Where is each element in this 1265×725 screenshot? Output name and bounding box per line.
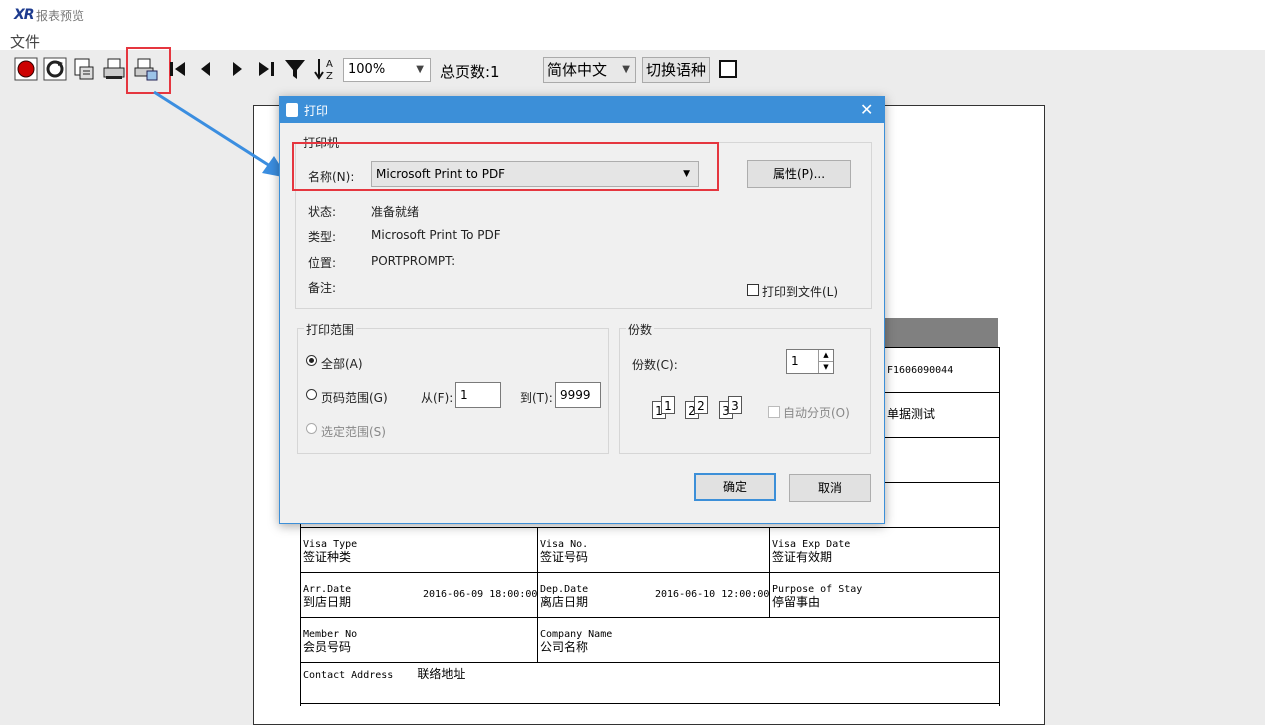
toggle-checkbox[interactable]: [719, 60, 737, 78]
table-line: [300, 617, 1000, 618]
location-value: PORTPROMPT:: [371, 254, 456, 268]
range-pages-radio[interactable]: [306, 389, 317, 400]
properties-button[interactable]: 属性(P)...: [747, 160, 851, 188]
copies-group: [619, 328, 871, 454]
printer-name-highlight: [292, 142, 719, 191]
status-label: 状态:: [308, 205, 337, 219]
visa-type-label: Visa Type 签证种类: [303, 539, 358, 564]
table-line: [300, 572, 1000, 573]
prev-page-icon[interactable]: [193, 56, 219, 82]
company-label: Company Name 公司名称: [540, 629, 613, 654]
table-line: [300, 662, 1000, 663]
close-icon[interactable]: ✕: [860, 100, 873, 119]
type-label: 类型:: [308, 230, 337, 244]
spin-down-icon[interactable]: ▼: [818, 361, 833, 373]
collate-checkbox[interactable]: [768, 406, 780, 418]
range-pages-label[interactable]: 页码范围(G): [321, 389, 388, 406]
member-no-label: Member No 会员号码: [303, 629, 358, 654]
table-line: [300, 527, 1000, 528]
print-to-file-checkbox[interactable]: [747, 284, 759, 296]
print-dialog: 打印 ✕ 打印机 名称(N): Microsoft Print to PDF ▼…: [279, 96, 885, 524]
range-all-label[interactable]: 全部(A): [321, 355, 363, 372]
from-label: 从(F):: [421, 391, 454, 405]
to-input[interactable]: 9999: [555, 382, 601, 408]
window-titlebar: [0, 0, 1265, 30]
record-icon[interactable]: [13, 56, 39, 82]
location-label: 位置:: [308, 256, 337, 270]
copies-group-label: 份数: [626, 321, 655, 338]
ok-button[interactable]: 确定: [694, 473, 776, 501]
range-selection-label[interactable]: 选定范围(S): [321, 423, 386, 440]
table-line: [300, 703, 1000, 704]
sort-az-icon[interactable]: AZ: [313, 56, 339, 82]
dep-date-label: Dep.Date 离店日期: [540, 584, 589, 609]
bill-test-value: 单据测试: [887, 407, 936, 421]
first-page-icon[interactable]: [165, 56, 191, 82]
visa-no-label: Visa No. 签证号码: [540, 539, 589, 564]
copies-spinner[interactable]: 1 ▲ ▼: [786, 349, 834, 374]
from-input[interactable]: 1: [455, 382, 501, 408]
svg-text:A: A: [326, 59, 333, 70]
contact-address-label: Contact Address 联络地址: [303, 667, 466, 681]
order-number-value: F1606090044: [887, 365, 954, 376]
refresh-icon[interactable]: [42, 56, 68, 82]
last-page-icon[interactable]: [253, 56, 279, 82]
svg-text:Z: Z: [326, 71, 333, 82]
next-page-icon[interactable]: [224, 56, 250, 82]
status-value: 准备就绪: [371, 205, 420, 219]
dialog-title: 打印: [304, 104, 329, 118]
copies-value: 1: [791, 354, 799, 368]
comment-label: 备注:: [308, 281, 337, 295]
zoom-select[interactable]: 100% ▼: [343, 58, 431, 82]
dep-date-value: 2016-06-10 12:00:00: [655, 589, 770, 600]
app-logo: XR: [14, 7, 35, 23]
language-select[interactable]: 简体中文 ▼: [543, 57, 636, 83]
type-value: Microsoft Print To PDF: [371, 228, 501, 242]
collate-label[interactable]: 自动分页(O): [783, 404, 850, 421]
dialog-titlebar: [280, 97, 884, 123]
switch-language-button[interactable]: 切换语种: [642, 57, 710, 83]
visa-exp-label: Visa Exp Date 签证有效期: [772, 539, 851, 564]
copies-label: 份数(C):: [632, 358, 678, 372]
annotation-arrow: [153, 90, 288, 178]
range-selection-radio[interactable]: [306, 423, 317, 434]
print-icon[interactable]: [101, 56, 127, 82]
java-icon: [286, 103, 298, 117]
arr-date-label: Arr.Date 到店日期: [303, 584, 352, 609]
total-pages-label: 总页数:1: [440, 63, 500, 81]
report-header-bar: [880, 318, 998, 347]
cancel-button[interactable]: 取消: [789, 474, 871, 502]
export-icon[interactable]: [71, 56, 97, 82]
menu-file[interactable]: 文件: [10, 31, 40, 52]
arr-date-value: 2016-06-09 18:00:00: [423, 589, 538, 600]
table-line: [769, 527, 770, 617]
print-to-file-label[interactable]: 打印到文件(L): [762, 283, 838, 300]
range-all-radio[interactable]: [306, 355, 317, 366]
table-line: [999, 347, 1000, 706]
to-label: 到(T):: [520, 391, 553, 405]
menubar: [0, 30, 1265, 50]
filter-icon[interactable]: [282, 56, 308, 82]
print-range-label: 打印范围: [304, 321, 357, 338]
window-title: 报表预览: [36, 9, 85, 23]
purpose-label: Purpose of Stay 停留事由: [772, 584, 863, 609]
